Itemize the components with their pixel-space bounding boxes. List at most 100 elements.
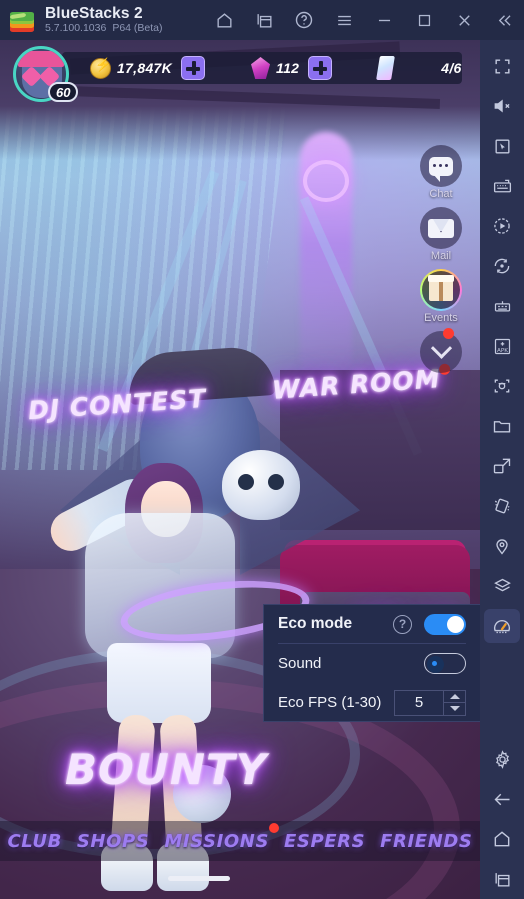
nav-club[interactable]: CLUB [7, 831, 61, 852]
game-hud: 17,847K 112 4/6 [0, 46, 480, 102]
nav-espers-label: ESPERS [284, 830, 366, 852]
collapse-side-buttons[interactable] [420, 328, 462, 373]
nav-friends-label: FRIENDS [380, 830, 473, 852]
mail-button[interactable]: Mail [410, 207, 472, 262]
home-indicator[interactable] [168, 876, 230, 881]
add-gem-button[interactable] [308, 56, 333, 80]
recent-apps-icon[interactable] [482, 859, 522, 899]
gem-value: 112 [276, 60, 300, 76]
install-apk-icon[interactable]: APK [482, 326, 522, 366]
help-icon[interactable] [284, 0, 324, 40]
chat-button-circle [420, 145, 462, 187]
bluestacks-logo [9, 7, 35, 33]
eco-fps-value[interactable]: 5 [395, 691, 443, 715]
eco-mode-panel: Eco mode ? Sound Eco FPS (1-30) 5 [263, 604, 481, 722]
eco-fps-stepper[interactable]: 5 [394, 689, 466, 716]
multi-window-icon[interactable] [244, 0, 284, 40]
screenshot-icon[interactable] [482, 366, 522, 406]
nav-missions-label: MISSIONS [164, 830, 270, 852]
character-skirt [107, 643, 211, 723]
eco-mode-label: Eco mode [278, 615, 353, 632]
menu-icon[interactable] [324, 0, 364, 40]
eco-mode-toggle[interactable] [424, 613, 466, 635]
layers-icon[interactable] [482, 566, 522, 606]
chevron-down-icon [430, 337, 452, 359]
help-icon[interactable]: ? [393, 614, 412, 634]
mail-icon [428, 218, 454, 238]
notification-badge [269, 822, 280, 833]
nav-shops[interactable]: SHOPS [77, 831, 150, 852]
title-bar: BlueStacks 2 5.7.100.1036 P64 (Beta) [0, 0, 524, 40]
coin-icon [90, 57, 111, 79]
sound-row: Sound [278, 644, 466, 683]
app-version-block: 5.7.100.1036 P64 (Beta) [45, 23, 169, 34]
events-button-circle [420, 269, 462, 311]
title-bar-buttons [204, 0, 524, 40]
keyboard-icon[interactable] [482, 166, 522, 206]
coin-value: 17,847K [117, 60, 173, 76]
nav-club-label: CLUB [7, 830, 62, 852]
home-icon[interactable] [204, 0, 244, 40]
mail-button-label: Mail [430, 250, 452, 262]
notification-badge [443, 328, 454, 339]
level-badge: 60 [48, 82, 79, 102]
nav-espers[interactable]: ESPERS [284, 831, 365, 852]
fullscreen-icon[interactable] [482, 46, 522, 86]
eco-mode-icon[interactable] [482, 606, 522, 646]
bluestacks-sidebar: APK [480, 40, 524, 899]
app-title-block: BlueStacks 2 5.7.100.1036 P64 (Beta) [45, 4, 169, 34]
close-icon[interactable] [444, 0, 484, 40]
gem-icon [251, 57, 271, 79]
nav-friends[interactable]: FRIENDS [380, 831, 472, 852]
resource-bar: 17,847K 112 4/6 [62, 52, 462, 84]
events-button[interactable]: Events [410, 269, 472, 324]
location-icon[interactable] [482, 526, 522, 566]
cursor-icon[interactable] [482, 126, 522, 166]
gift-icon [428, 274, 454, 301]
bounty-label[interactable]: BOUNTY [65, 745, 267, 794]
macro-play-icon[interactable] [482, 206, 522, 246]
back-icon[interactable] [482, 779, 522, 819]
bluestacks-window: BlueStacks 2 5.7.100.1036 P64 (Beta) ⚡ 1… [0, 0, 524, 899]
ticket-value: 4/6 [441, 60, 462, 76]
sound-toggle[interactable] [424, 653, 466, 674]
rotate-screen-icon[interactable] [482, 446, 522, 486]
robot-eye [268, 474, 284, 490]
robot-eye [238, 474, 254, 490]
eco-fps-decrement[interactable] [444, 702, 465, 715]
app-build: P64 (Beta) [112, 22, 163, 35]
chat-button[interactable]: Chat [410, 145, 472, 200]
resource-gem[interactable]: 112 [231, 52, 333, 84]
settings-icon[interactable] [482, 739, 522, 779]
mail-button-circle [420, 207, 462, 249]
eco-fps-label: Eco FPS (1-30) [278, 694, 382, 711]
media-folder-icon[interactable] [482, 406, 522, 446]
eco-mode-row: Eco mode ? [278, 605, 466, 644]
app-version: 5.7.100.1036 [45, 22, 107, 35]
eco-fps-increment[interactable] [444, 691, 465, 703]
app-title: BlueStacks 2 [45, 4, 143, 22]
ticket-icon [376, 56, 396, 80]
companion-robot [222, 450, 300, 520]
resource-ticket[interactable]: 4/6 [356, 52, 461, 84]
svg-text:APK: APK [496, 347, 507, 353]
bottom-nav: CLUB SHOPS MISSIONS ESPERS FRIENDS [0, 821, 480, 861]
maximize-icon[interactable] [404, 0, 444, 40]
chat-icon [429, 156, 453, 182]
android-home-icon[interactable] [482, 819, 522, 859]
nav-shops-label: SHOPS [76, 830, 150, 852]
chat-button-label: Chat [429, 188, 453, 200]
mute-icon[interactable] [482, 86, 522, 126]
minimize-icon[interactable] [364, 0, 404, 40]
multi-instance-manager-icon[interactable] [482, 286, 522, 326]
collapse-icon[interactable] [484, 0, 524, 40]
sound-label: Sound [278, 655, 322, 672]
events-button-label: Events [424, 312, 458, 324]
shake-icon[interactable] [482, 486, 522, 526]
game-side-buttons: Chat Mail Events [410, 145, 472, 373]
sync-icon[interactable] [482, 246, 522, 286]
game-viewport[interactable]: 17,847K 112 4/6 [0, 40, 480, 899]
resource-coin[interactable]: 17,847K [62, 52, 206, 84]
nav-missions[interactable]: MISSIONS [164, 822, 280, 852]
add-coin-button[interactable] [181, 56, 206, 80]
